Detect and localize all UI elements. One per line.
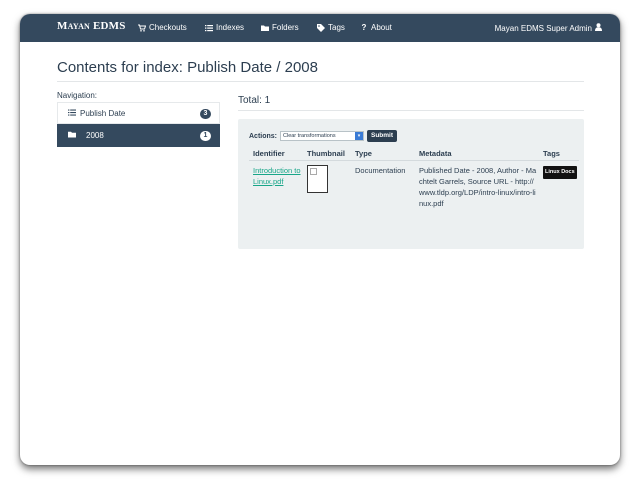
page-title: Contents for index: Publish Date / 2008 [57,59,318,76]
nav-about[interactable]: ? About [360,23,392,32]
top-navbar: Mayan EDMS Checkouts Indexes Folders Tag… [20,14,620,42]
total-divider [238,110,584,111]
results-panel: Actions: Clear transformations ▾ Submit … [238,119,584,249]
user-name: Mayan EDMS Super Admin [494,23,592,33]
submit-button[interactable]: Submit [367,130,398,142]
tag-badge[interactable]: Linux Docs [543,166,577,179]
nav-tags[interactable]: Tags [317,23,345,32]
actions-bar: Actions: Clear transformations ▾ Submit [249,130,398,142]
table-header-row: Identifier Thumbnail Type Metadata Tags [249,147,579,161]
nav-item-label: 2008 [86,131,104,140]
folder-icon [261,24,269,32]
brand-logo[interactable]: Mayan EDMS [57,20,126,32]
question-icon: ? [361,22,367,32]
user-menu[interactable]: Mayan EDMS Super Admin [495,23,602,33]
column-header[interactable]: Thumbnail [303,147,351,161]
actions-label: Actions: [249,132,277,140]
nav-about-label: About [371,23,392,32]
navigation-label: Navigation: [57,91,98,100]
column-header[interactable]: Type [351,147,415,161]
navigation-list: Publish Date 3 2008 1 [57,102,220,147]
count-badge: 3 [200,109,211,119]
nav-item-label: Publish Date [80,108,126,118]
chevron-down-icon: ▾ [355,132,363,140]
column-header[interactable]: Identifier [249,147,303,161]
results-total: Total: 1 [238,95,271,106]
document-metadata: Published Date - 2008, Author - Machtelt… [419,166,537,208]
user-icon [595,23,602,33]
title-divider [57,81,584,82]
actions-select[interactable]: Clear transformations ▾ [280,131,364,141]
nav-tags-label: Tags [328,23,345,32]
list-icon [68,109,76,118]
actions-select-value: Clear transformations [283,133,336,139]
nav-checkouts-label: Checkouts [149,23,187,32]
document-thumbnail[interactable] [307,165,328,193]
count-badge: 1 [200,131,211,141]
folder-icon [68,131,76,140]
nav-checkouts[interactable]: Checkouts [138,23,187,32]
nav-folders[interactable]: Folders [261,23,299,32]
nav-indexes[interactable]: Indexes [205,23,244,32]
table-row: Introduction to Linux.pdf Documentation … [249,161,579,212]
document-link[interactable]: Introduction to Linux.pdf [253,166,301,186]
document-type: Documentation [355,166,406,175]
column-header[interactable]: Metadata [415,147,539,161]
nav-folders-label: Folders [272,23,299,32]
cart-icon [138,24,147,32]
browser-window: Mayan EDMS Checkouts Indexes Folders Tag… [20,14,620,465]
nav-item-2008[interactable]: 2008 1 [57,124,220,147]
tag-icon [317,23,325,32]
results-table: Identifier Thumbnail Type Metadata Tags … [249,147,579,211]
nav-item-publish-date[interactable]: Publish Date 3 [57,102,220,124]
image-icon [310,168,317,175]
column-header[interactable]: Tags [539,147,579,161]
nav-indexes-label: Indexes [216,23,245,32]
list-icon [205,24,213,32]
